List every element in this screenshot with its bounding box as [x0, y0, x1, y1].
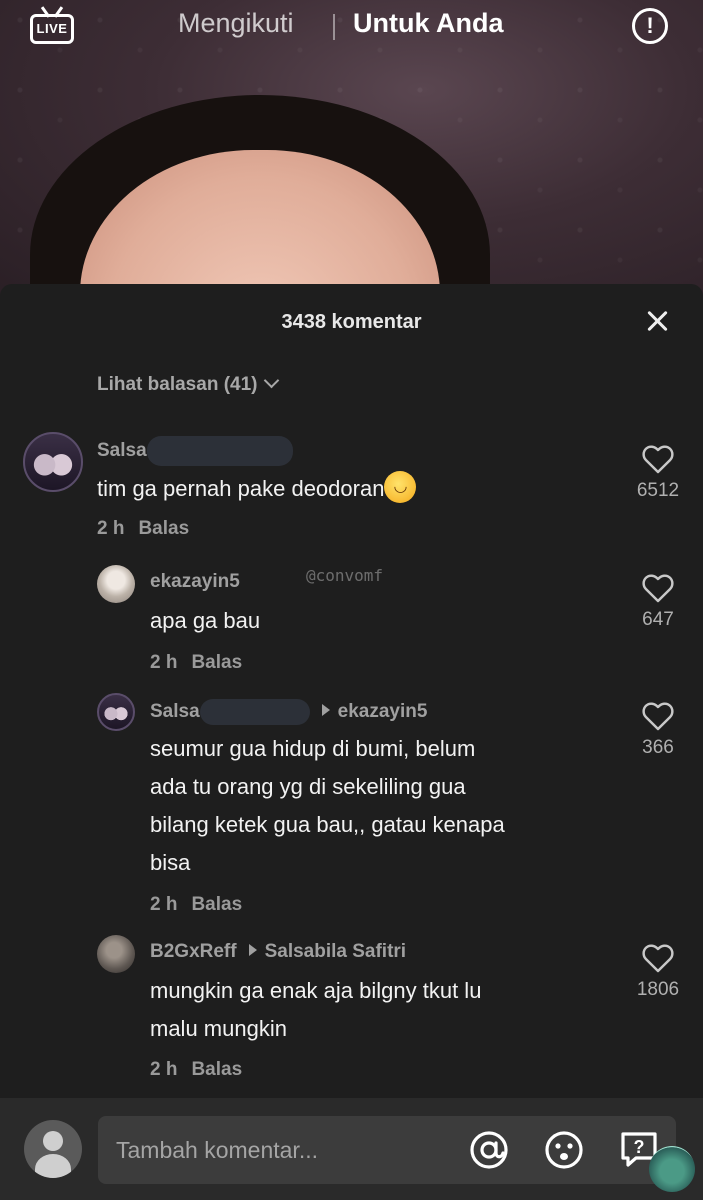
comment-meta: 2 h Balas — [150, 894, 242, 916]
comment-time: 2 h — [97, 518, 125, 539]
comment-time: 2 h — [150, 652, 178, 673]
view-replies-link[interactable]: Lihat balasan (41) — [97, 372, 279, 396]
comment-username[interactable]: Salsa ekazayin5 — [150, 699, 427, 725]
username-text: B2GxReff — [150, 941, 237, 962]
comment-text: seumur gua hidup di bumi, belum ada tu o… — [150, 730, 505, 882]
comment-text-line: ada tu orang yg di sekeliling gua — [150, 774, 466, 799]
comment-text: mungkin ga enak aja bilgny tkut lu malu … — [150, 972, 481, 1048]
username-text: Salsa — [97, 440, 147, 462]
redacted-name-bar — [146, 436, 293, 466]
watermark-text: @convomf — [306, 566, 384, 585]
comment-text: tim ga pernah pake deodoran ◡ — [97, 470, 417, 508]
exclamation-circle-icon[interactable]: ! — [632, 8, 668, 44]
like-button[interactable]: 6512 — [628, 444, 688, 502]
comment-input[interactable] — [116, 1116, 456, 1184]
tab-divider — [333, 14, 335, 40]
avatar[interactable] — [97, 935, 135, 973]
reply-button[interactable]: Balas — [138, 518, 189, 539]
like-button[interactable]: 647 — [628, 573, 688, 631]
like-button[interactable]: 366 — [628, 701, 688, 759]
mention-at-icon[interactable] — [468, 1129, 510, 1171]
like-count: 1806 — [636, 979, 680, 1000]
comment-text-body: tim ga pernah pake deodoran — [97, 476, 385, 501]
live-label: LIVE — [30, 14, 74, 44]
like-button[interactable]: 1806 — [628, 943, 688, 1001]
comment-meta: 2 h Balas — [150, 652, 242, 674]
comments-count-title: 3438 komentar — [281, 311, 422, 333]
reply-button[interactable]: Balas — [191, 1059, 242, 1080]
like-count: 6512 — [636, 480, 680, 501]
comment-input-bar: ? — [0, 1098, 703, 1200]
chevron-down-icon — [263, 372, 279, 389]
reply-to-username[interactable]: Salsabila Safitri — [265, 941, 407, 962]
user-avatar-icon[interactable] — [24, 1120, 82, 1178]
avatar-body — [35, 1154, 71, 1178]
heart-icon — [642, 702, 674, 731]
reply-arrow-icon — [248, 943, 257, 956]
emoji-smile-icon[interactable] — [543, 1129, 585, 1171]
sweat-smile-emoji: ◡ — [384, 471, 417, 504]
avatar-head — [43, 1131, 63, 1151]
reply-to-username[interactable]: ekazayin5 — [338, 701, 428, 722]
top-navigation: LIVE Mengikuti Untuk Anda ! — [0, 0, 703, 56]
comment-text-line: bisa — [150, 850, 191, 875]
comment-time: 2 h — [150, 1059, 178, 1080]
like-count: 366 — [642, 737, 674, 758]
username-text: Salsa — [150, 701, 200, 723]
heart-icon — [642, 944, 674, 973]
tab-for-you[interactable]: Untuk Anda — [353, 8, 504, 39]
avatar[interactable] — [97, 693, 135, 731]
comment-meta: 2 h Balas — [150, 1059, 242, 1081]
comment-text: apa ga bau — [150, 608, 261, 633]
comment-username[interactable]: B2GxReff Salsabila Safitri — [150, 941, 406, 963]
comment-input-box[interactable]: ? — [98, 1116, 676, 1184]
reply-arrow-icon — [321, 704, 330, 716]
comment-meta: 2 h Balas — [97, 518, 189, 540]
comment-text-line: malu mungkin — [150, 1016, 287, 1041]
comment-username[interactable]: Salsa — [97, 436, 293, 466]
like-count: 647 — [642, 609, 674, 630]
reply-button[interactable]: Balas — [191, 652, 242, 673]
reply-button[interactable]: Balas — [191, 894, 242, 915]
comment-username[interactable]: ekazayin5 — [150, 571, 240, 593]
live-tv-icon[interactable]: LIVE — [30, 6, 74, 46]
heart-icon — [642, 574, 674, 603]
redacted-name-bar — [199, 699, 310, 725]
avatar[interactable] — [97, 565, 135, 603]
comment-text-line: mungkin ga enak aja bilgny tkut lu — [150, 978, 482, 1003]
close-icon[interactable] — [644, 308, 672, 336]
svg-text:?: ? — [634, 1137, 645, 1157]
avatar[interactable] — [23, 432, 83, 492]
heart-icon — [642, 445, 674, 474]
comment-text-line: bilang ketek gua bau,, gatau kenapa — [150, 812, 505, 837]
tab-following[interactable]: Mengikuti — [178, 8, 294, 39]
comments-header: 3438 komentar — [0, 284, 703, 360]
comment-text-line: seumur gua hidup di bumi, belum — [150, 736, 476, 761]
app-logo-badge — [649, 1146, 695, 1192]
view-replies-label: Lihat balasan (41) — [97, 374, 258, 395]
comment-time: 2 h — [150, 894, 178, 915]
